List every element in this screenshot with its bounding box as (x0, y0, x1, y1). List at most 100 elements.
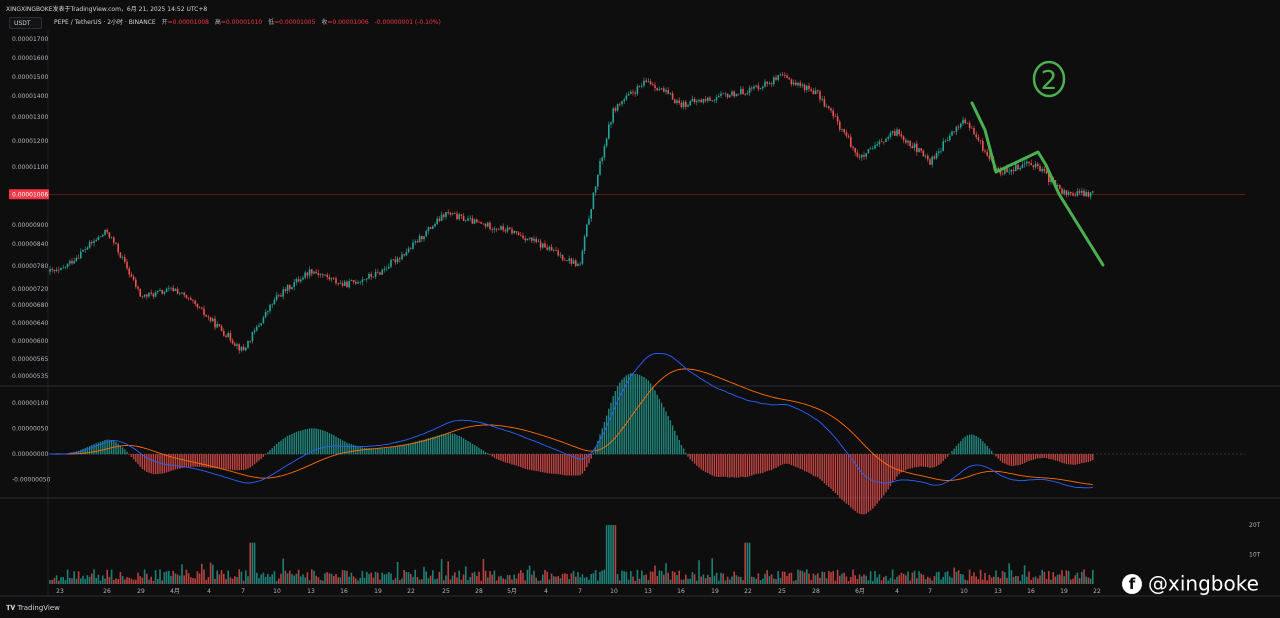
candle-body (1032, 165, 1035, 168)
macd-histogram-bar (960, 441, 962, 455)
volume-bar (187, 573, 190, 584)
macd-histogram-bar (931, 454, 933, 468)
candle-body (141, 296, 144, 297)
macd-histogram-bar (559, 454, 562, 475)
macd-histogram-bar (678, 439, 680, 455)
volume-bar (1017, 576, 1019, 584)
volume-bar (891, 569, 894, 584)
candle-body (53, 269, 56, 272)
volume-bar (245, 570, 247, 584)
volume-bar (737, 576, 740, 584)
macd-histogram-bar (537, 454, 540, 472)
volume-bar (388, 572, 390, 584)
candle-body (209, 317, 212, 322)
volume-bar (788, 573, 790, 584)
candle-body (581, 250, 584, 264)
volume-bar (768, 576, 771, 584)
candle-body (1026, 161, 1028, 164)
chart-canvas[interactable]: 2 0.00001700 0.00001600 0.00001500 0.000014… (0, 0, 1280, 618)
candle-body (819, 91, 821, 100)
macd-tick-label: 0.00000100 (12, 400, 48, 407)
volume-bar (735, 575, 738, 584)
volume-bar (218, 574, 221, 584)
macd-histogram-bar (1048, 454, 1050, 460)
candle-body (135, 279, 137, 287)
volume-bar (858, 574, 861, 584)
macd-histogram-bar (150, 454, 152, 474)
macd-histogram-bar (570, 454, 573, 476)
tradingview-logo[interactable]: 𝐓𝐕 TradingView (6, 604, 60, 613)
volume-bar (845, 576, 848, 584)
volume-bar (478, 571, 480, 584)
macd-histogram-bar (665, 411, 667, 455)
time-tick-label: 19 (711, 588, 719, 595)
candle-body (504, 230, 507, 232)
candle-body (66, 263, 69, 268)
volume-bar (1010, 570, 1013, 584)
candle-body (326, 274, 328, 278)
candle-body (1067, 192, 1070, 195)
candle-body (1076, 191, 1079, 196)
candle-body (616, 104, 619, 111)
candle-body (418, 235, 421, 243)
candle-body (790, 79, 793, 85)
candle-body (656, 88, 658, 91)
macd-histogram-bar (506, 454, 509, 463)
macd-histogram-bar (557, 454, 559, 475)
volume-bar (894, 579, 896, 584)
volume-bar (711, 558, 713, 584)
candle-body (157, 290, 159, 293)
macd-histogram-bar (165, 454, 168, 473)
volume-bar (377, 572, 379, 584)
macd-histogram-bar (647, 380, 650, 455)
time-tick-label: 5月 (507, 588, 517, 595)
macd-histogram-bar (535, 454, 537, 472)
volume-bar (577, 572, 579, 584)
macd-histogram-bar (432, 437, 434, 455)
candle-body (911, 146, 914, 149)
candle-body (60, 268, 62, 271)
macd-histogram-bar (119, 445, 122, 455)
candle-body (150, 292, 152, 294)
macd-histogram-bar (471, 443, 474, 455)
macd-histogram-bar (524, 454, 526, 469)
macd-histogram-bar (1085, 454, 1087, 463)
time-tick-label: 25 (778, 588, 786, 595)
candle-body (1041, 168, 1043, 172)
candle-body (854, 148, 856, 153)
candle-body (192, 300, 194, 301)
time-tick-label: 4 (207, 588, 211, 595)
macd-histogram-bar (240, 454, 243, 471)
candle-body (867, 149, 870, 154)
macd-histogram-bar (198, 454, 201, 467)
volume-bar (262, 572, 265, 584)
author-watermark: f @xingboke (1122, 570, 1259, 596)
price-tick-label: 0.00001600 (12, 55, 48, 62)
candle-body (363, 279, 366, 281)
macd-histogram-bar (335, 436, 337, 455)
candle-body (883, 141, 885, 143)
macd-histogram-bar (652, 386, 654, 455)
macd-histogram-bar (953, 448, 955, 455)
candle-body (913, 143, 916, 149)
candle-body (227, 333, 229, 338)
candle-body (575, 260, 577, 266)
volume-bar (652, 571, 654, 584)
tradingview-label: TradingView (17, 604, 60, 612)
volume-bar (830, 572, 832, 584)
candle-body (427, 227, 430, 232)
volume-bar (568, 579, 570, 584)
macd-histogram-bar (1039, 454, 1041, 459)
macd-histogram-bar (900, 454, 903, 473)
macd-histogram-bar (634, 374, 636, 455)
macd-histogram-bar (121, 447, 124, 455)
macd-histogram-bar (407, 443, 410, 455)
macd-histogram-bar (1081, 454, 1083, 464)
macd-histogram-bar (799, 454, 801, 469)
macd-histogram-bar (473, 445, 476, 455)
candle-body (201, 307, 203, 309)
macd-histogram-bar (223, 454, 225, 470)
time-tick-label: 22 (744, 588, 752, 595)
candle-body (660, 88, 663, 90)
candle-body (260, 323, 262, 326)
